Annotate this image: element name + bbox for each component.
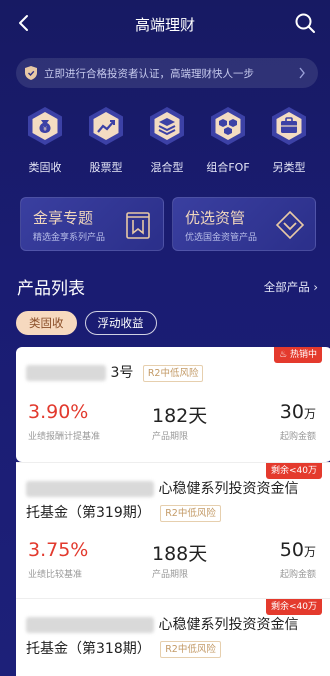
header: 高端理财 [0, 0, 330, 46]
category-label: 混合型 [150, 161, 184, 174]
rate-value: 3.75% [28, 539, 89, 561]
category-label: 类固收 [28, 161, 62, 174]
category-hybrid[interactable]: 混合型 [136, 106, 198, 175]
term-value: 182天 [152, 405, 208, 427]
rate-label: 业绩比较基准 [28, 570, 83, 580]
bookmark-icon [126, 212, 150, 239]
redacted-name [26, 365, 106, 381]
min-amount-unit: 万 [303, 407, 316, 421]
tab-floating-return[interactable]: 浮动收益 [84, 311, 157, 335]
layers-icon [150, 107, 184, 145]
product-name-line2: 托基金（第318期） [26, 641, 151, 657]
category-label: 组合FOF [206, 161, 250, 174]
category-fixed-income[interactable]: ¥ 类固收 [14, 106, 76, 175]
chevron-right-icon [299, 67, 305, 79]
product-tabs: 类固收 浮动收益 [16, 311, 157, 335]
investor-certification-banner[interactable]: 立即进行合格投资者认证，高端理财快人一步 [16, 58, 318, 88]
promo-title: 优选资管 [185, 209, 246, 227]
product-name-text: 心稳健系列投资资金信 [158, 617, 299, 633]
term-label: 产品期限 [152, 432, 189, 442]
product-list-title: 产品列表 [17, 279, 85, 299]
product-name: 3号 R2中低风险 [26, 361, 316, 385]
briefcase-icon [272, 107, 306, 145]
category-fof[interactable]: 组合FOF [197, 106, 259, 175]
category-alternative[interactable]: 另类型 [258, 106, 320, 175]
flame-icon: ♨ [279, 350, 288, 360]
chevron-right-icon: › [313, 280, 318, 294]
product-name-text: 3号 [110, 365, 134, 381]
min-amount-value: 50万 [280, 539, 316, 561]
all-products-label: 全部产品 [263, 280, 310, 294]
notice-text: 立即进行合格投资者认证，高端理财快人一步 [44, 67, 254, 80]
product-metrics: 3.75% 188天 50万 业绩比较基准 产品期限 起购金额 [16, 539, 316, 583]
shield-icon [25, 66, 37, 80]
risk-level-tag: R2中低风险 [142, 364, 204, 382]
product-name-line2: 托基金（第319期） [26, 505, 151, 521]
min-amount-label: 起购金额 [279, 570, 316, 580]
min-amount-label: 起购金额 [279, 432, 316, 442]
cubes-icon [211, 107, 245, 145]
risk-level-tag: R2中低风险 [160, 640, 221, 658]
redacted-name [26, 481, 154, 497]
product-name: 心稳健系列投资资金信 托基金（第319期） R2中低风险 [26, 477, 316, 525]
category-label: 另类型 [272, 161, 306, 174]
product-metrics: 3.90% 182天 30万 业绩报酬计提基准 产品期限 起购金额 [16, 401, 316, 445]
promo-subtitle: 优选国金资管产品 [185, 233, 258, 243]
redacted-name [26, 617, 154, 633]
promo-card-jinxiang[interactable]: 金享专题 精选金享系列产品 [20, 197, 164, 251]
rate-value: 3.90% [28, 401, 89, 423]
diamond-icon [275, 210, 305, 240]
rate-label: 业绩报酬计提基准 [28, 432, 101, 442]
promo-title: 金享专题 [33, 209, 94, 227]
term-value: 188天 [152, 543, 208, 565]
risk-level-tag: R2中低风险 [160, 504, 221, 522]
watermark: 知乎 @熊猫学堂 [241, 651, 323, 664]
category-stock[interactable]: 股票型 [75, 106, 137, 175]
promo-subtitle: 精选金享系列产品 [33, 233, 106, 243]
min-amount-value: 30万 [280, 401, 316, 423]
badge-text: 热销中 [289, 350, 317, 360]
app-page: 高端理财 立即进行合格投资者认证，高端理财快人一步 ¥ 类固收 股票型 混合型 … [0, 0, 330, 676]
money-bag-icon: ¥ [28, 107, 62, 145]
min-amount-unit: 万 [303, 545, 316, 559]
promo-card-youxuan[interactable]: 优选资管 优选国金资管产品 [172, 197, 316, 251]
product-card[interactable]: 剩余<40万 心稳健系列投资资金信 托基金（第319期） R2中低风险 3.75… [16, 462, 330, 598]
category-nav: ¥ 类固收 股票型 混合型 组合FOF 另类型 [0, 106, 330, 178]
page-title: 高端理财 [134, 16, 195, 34]
min-amount-number: 50 [279, 539, 304, 561]
term-label: 产品期限 [152, 570, 189, 580]
svg-text:¥: ¥ [43, 126, 47, 133]
tab-fixed-income[interactable]: 类固收 [16, 311, 77, 335]
min-amount-number: 30 [279, 401, 304, 423]
product-card[interactable]: ♨ 热销中 3号 R2中低风险 3.90% 182天 30万 业绩报酬计提基准 … [16, 347, 330, 462]
category-label: 股票型 [89, 161, 123, 174]
product-name-text: 心稳健系列投资资金信 [158, 481, 299, 497]
trend-chart-icon [89, 107, 123, 145]
search-icon[interactable] [294, 12, 316, 34]
all-products-link[interactable]: 全部产品 › [264, 279, 318, 295]
